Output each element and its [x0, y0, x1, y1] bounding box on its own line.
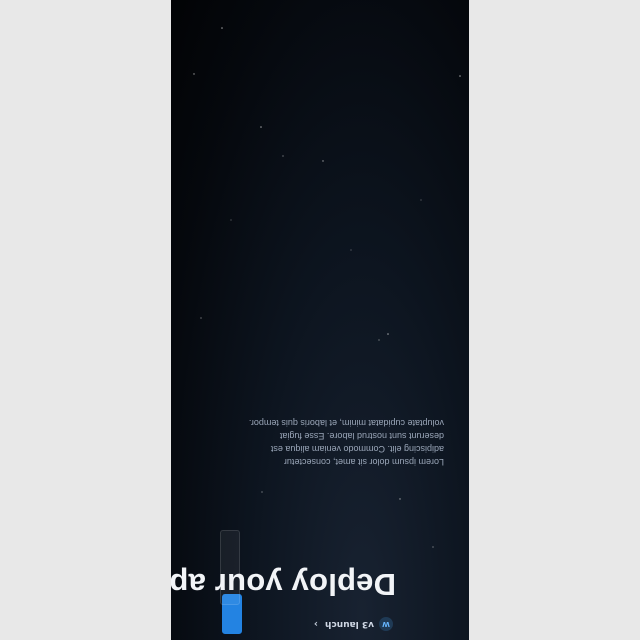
hero-content: W v3 launch › Deploy your app in seconds… — [171, 0, 469, 640]
learn-more-button[interactable] — [220, 530, 240, 605]
hero-title: Deploy your app in seconds — [171, 567, 396, 602]
hero-section: W v3 launch › Deploy your app in seconds… — [171, 0, 469, 640]
announcement-badge: W — [379, 617, 393, 631]
right-margin — [469, 0, 640, 640]
announcement-text: v3 launch — [325, 619, 374, 629]
left-margin — [0, 0, 171, 640]
chevron-right-icon: › — [313, 618, 319, 630]
hero-description: Lorem ipsum dolor sit amet, consectetur … — [248, 418, 444, 467]
announcement-pill[interactable]: W v3 launch › — [314, 615, 393, 633]
